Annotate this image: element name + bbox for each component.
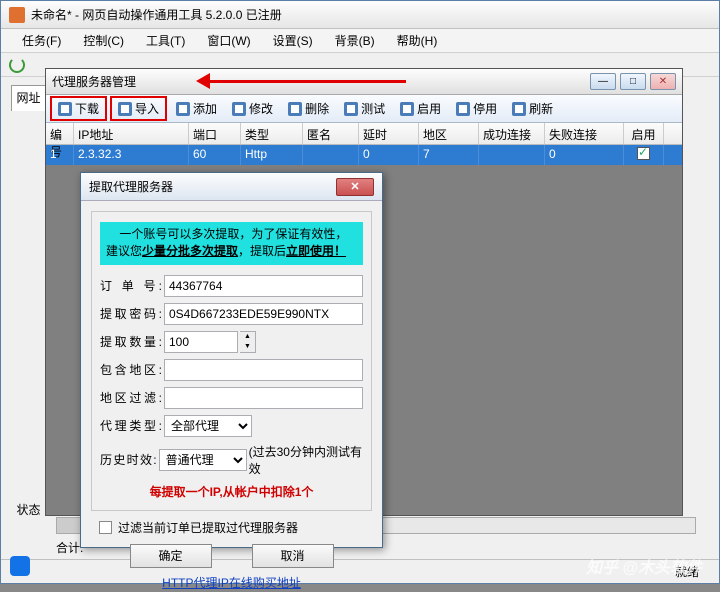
menu-task[interactable]: 任务(F) [13, 30, 70, 51]
tb-disable-button[interactable]: 停用 [450, 98, 503, 119]
cell-index: 1 [46, 145, 74, 165]
main-title: 未命名* - 网页自动操作通用工具 5.2.0.0 已注册 [31, 6, 282, 23]
main-titlebar[interactable]: 未命名* - 网页自动操作通用工具 5.2.0.0 已注册 [1, 1, 719, 29]
app-icon [9, 7, 25, 23]
menu-settings[interactable]: 设置(S) [264, 30, 322, 51]
history-select[interactable]: 普通代理 [159, 449, 247, 471]
label-order: 订 单 号: [100, 277, 162, 294]
extract-proxy-dialog: 提取代理服务器 ✕ 一个账号可以多次提取，为了保证有效性， 建议您少量分批多次提… [80, 172, 383, 548]
quantity-input[interactable] [164, 331, 238, 353]
warning-text: 每提取一个IP,从帐户中扣除1个 [100, 483, 363, 500]
add-icon [176, 102, 190, 116]
disable-icon [456, 102, 470, 116]
password-input[interactable] [164, 303, 363, 325]
cell-port: 60 [189, 145, 241, 165]
dialog-title: 提取代理服务器 [89, 178, 173, 195]
quantity-spinner[interactable]: ▲▼ [240, 331, 256, 353]
col-index[interactable]: 编号 [46, 123, 74, 144]
dialog-fieldset: 一个账号可以多次提取，为了保证有效性， 建议您少量分批多次提取，提取后立即使用！… [91, 211, 372, 511]
filter-checkbox-row[interactable]: 过滤当前订单已提取过代理服务器 [99, 519, 364, 536]
proxy-row[interactable]: 1 2.3.32.3 60 Http 0 7 0 [46, 145, 682, 165]
tb-enable-button[interactable]: 启用 [394, 98, 447, 119]
purchase-link[interactable]: HTTP代理IP在线购买地址 [162, 576, 301, 590]
test-icon [344, 102, 358, 116]
proxy-grid-header: 编号 IP地址 端口 类型 匿名 延时 地区 成功连接 失败连接 启用 [46, 123, 682, 145]
tb-import-button[interactable]: 导入 [110, 96, 167, 121]
order-input[interactable] [164, 275, 363, 297]
cell-enable [624, 145, 664, 165]
col-port[interactable]: 端口 [189, 123, 241, 144]
cell-succ [479, 145, 545, 165]
import-icon [118, 102, 132, 116]
history-suffix: (过去30分钟内测试有效 [249, 443, 363, 477]
col-fail[interactable]: 失败连接 [545, 123, 624, 144]
label-include-region: 包含地区: [100, 361, 162, 378]
col-enable[interactable]: 启用 [624, 123, 664, 144]
label-exclude-region: 地区过滤: [100, 389, 162, 406]
tb-add-button[interactable]: 添加 [170, 98, 223, 119]
col-type[interactable]: 类型 [241, 123, 303, 144]
annotation-arrow [206, 75, 406, 89]
close-button[interactable]: ✕ [650, 73, 676, 90]
include-region-input[interactable] [164, 359, 363, 381]
minimize-button[interactable]: — [590, 73, 616, 90]
tb-test-button[interactable]: 测试 [338, 98, 391, 119]
side-tab-status[interactable]: 状态 [11, 501, 46, 518]
dialog-titlebar[interactable]: 提取代理服务器 ✕ [81, 173, 382, 201]
watermark: 知乎 @木头软件 [586, 554, 702, 578]
edit-icon [232, 102, 246, 116]
zhihu-logo-icon [10, 556, 30, 576]
proxy-type-select[interactable]: 全部代理 [164, 415, 252, 437]
side-tab-url[interactable]: 网址 [11, 85, 46, 111]
cell-ip: 2.3.32.3 [74, 145, 189, 165]
dialog-button-row: 确定 取消 [81, 544, 382, 568]
cell-anon [303, 145, 359, 165]
ok-button[interactable]: 确定 [130, 544, 212, 568]
filter-checkbox[interactable] [99, 521, 112, 534]
tb-refresh-button[interactable]: 刷新 [506, 98, 559, 119]
label-history: 历史时效: [100, 451, 157, 468]
proxy-titlebar[interactable]: 代理服务器管理 — □ ✕ [46, 69, 682, 95]
col-anon[interactable]: 匿名 [303, 123, 359, 144]
proxy-toolbar: 下载 导入 添加 修改 删除 测试 启用 停用 刷新 [46, 95, 682, 123]
dialog-hint: 一个账号可以多次提取，为了保证有效性， 建议您少量分批多次提取，提取后立即使用！ [100, 222, 363, 265]
tb-delete-button[interactable]: 删除 [282, 98, 335, 119]
refresh-icon[interactable] [9, 57, 25, 73]
label-password: 提取密码: [100, 305, 162, 322]
download-icon [58, 102, 72, 116]
exclude-region-input[interactable] [164, 387, 363, 409]
cancel-button[interactable]: 取消 [252, 544, 334, 568]
tb-download-button[interactable]: 下载 [50, 96, 107, 121]
col-region[interactable]: 地区 [419, 123, 479, 144]
cell-region: 7 [419, 145, 479, 165]
col-ip[interactable]: IP地址 [74, 123, 189, 144]
menu-tools[interactable]: 工具(T) [137, 30, 194, 51]
enable-checkbox[interactable] [637, 147, 650, 160]
menu-window[interactable]: 窗口(W) [198, 30, 259, 51]
dialog-close-button[interactable]: ✕ [336, 178, 374, 196]
proxy-title: 代理服务器管理 [52, 73, 136, 90]
label-proxy-type: 代理类型: [100, 417, 162, 434]
enable-icon [400, 102, 414, 116]
refresh2-icon [512, 102, 526, 116]
col-succ[interactable]: 成功连接 [479, 123, 545, 144]
cell-latency: 0 [359, 145, 419, 165]
main-menubar: 任务(F) 控制(C) 工具(T) 窗口(W) 设置(S) 背景(B) 帮助(H… [1, 29, 719, 53]
purchase-link-row: HTTP代理IP在线购买地址 [81, 574, 382, 592]
cell-fail: 0 [545, 145, 624, 165]
menu-background[interactable]: 背景(B) [326, 30, 384, 51]
col-latency[interactable]: 延时 [359, 123, 419, 144]
menu-control[interactable]: 控制(C) [74, 30, 133, 51]
cell-type: Http [241, 145, 303, 165]
filter-label: 过滤当前订单已提取过代理服务器 [118, 519, 298, 536]
tb-edit-button[interactable]: 修改 [226, 98, 279, 119]
delete-icon [288, 102, 302, 116]
menu-help[interactable]: 帮助(H) [388, 30, 447, 51]
label-quantity: 提取数量: [100, 333, 162, 350]
maximize-button[interactable]: □ [620, 73, 646, 90]
